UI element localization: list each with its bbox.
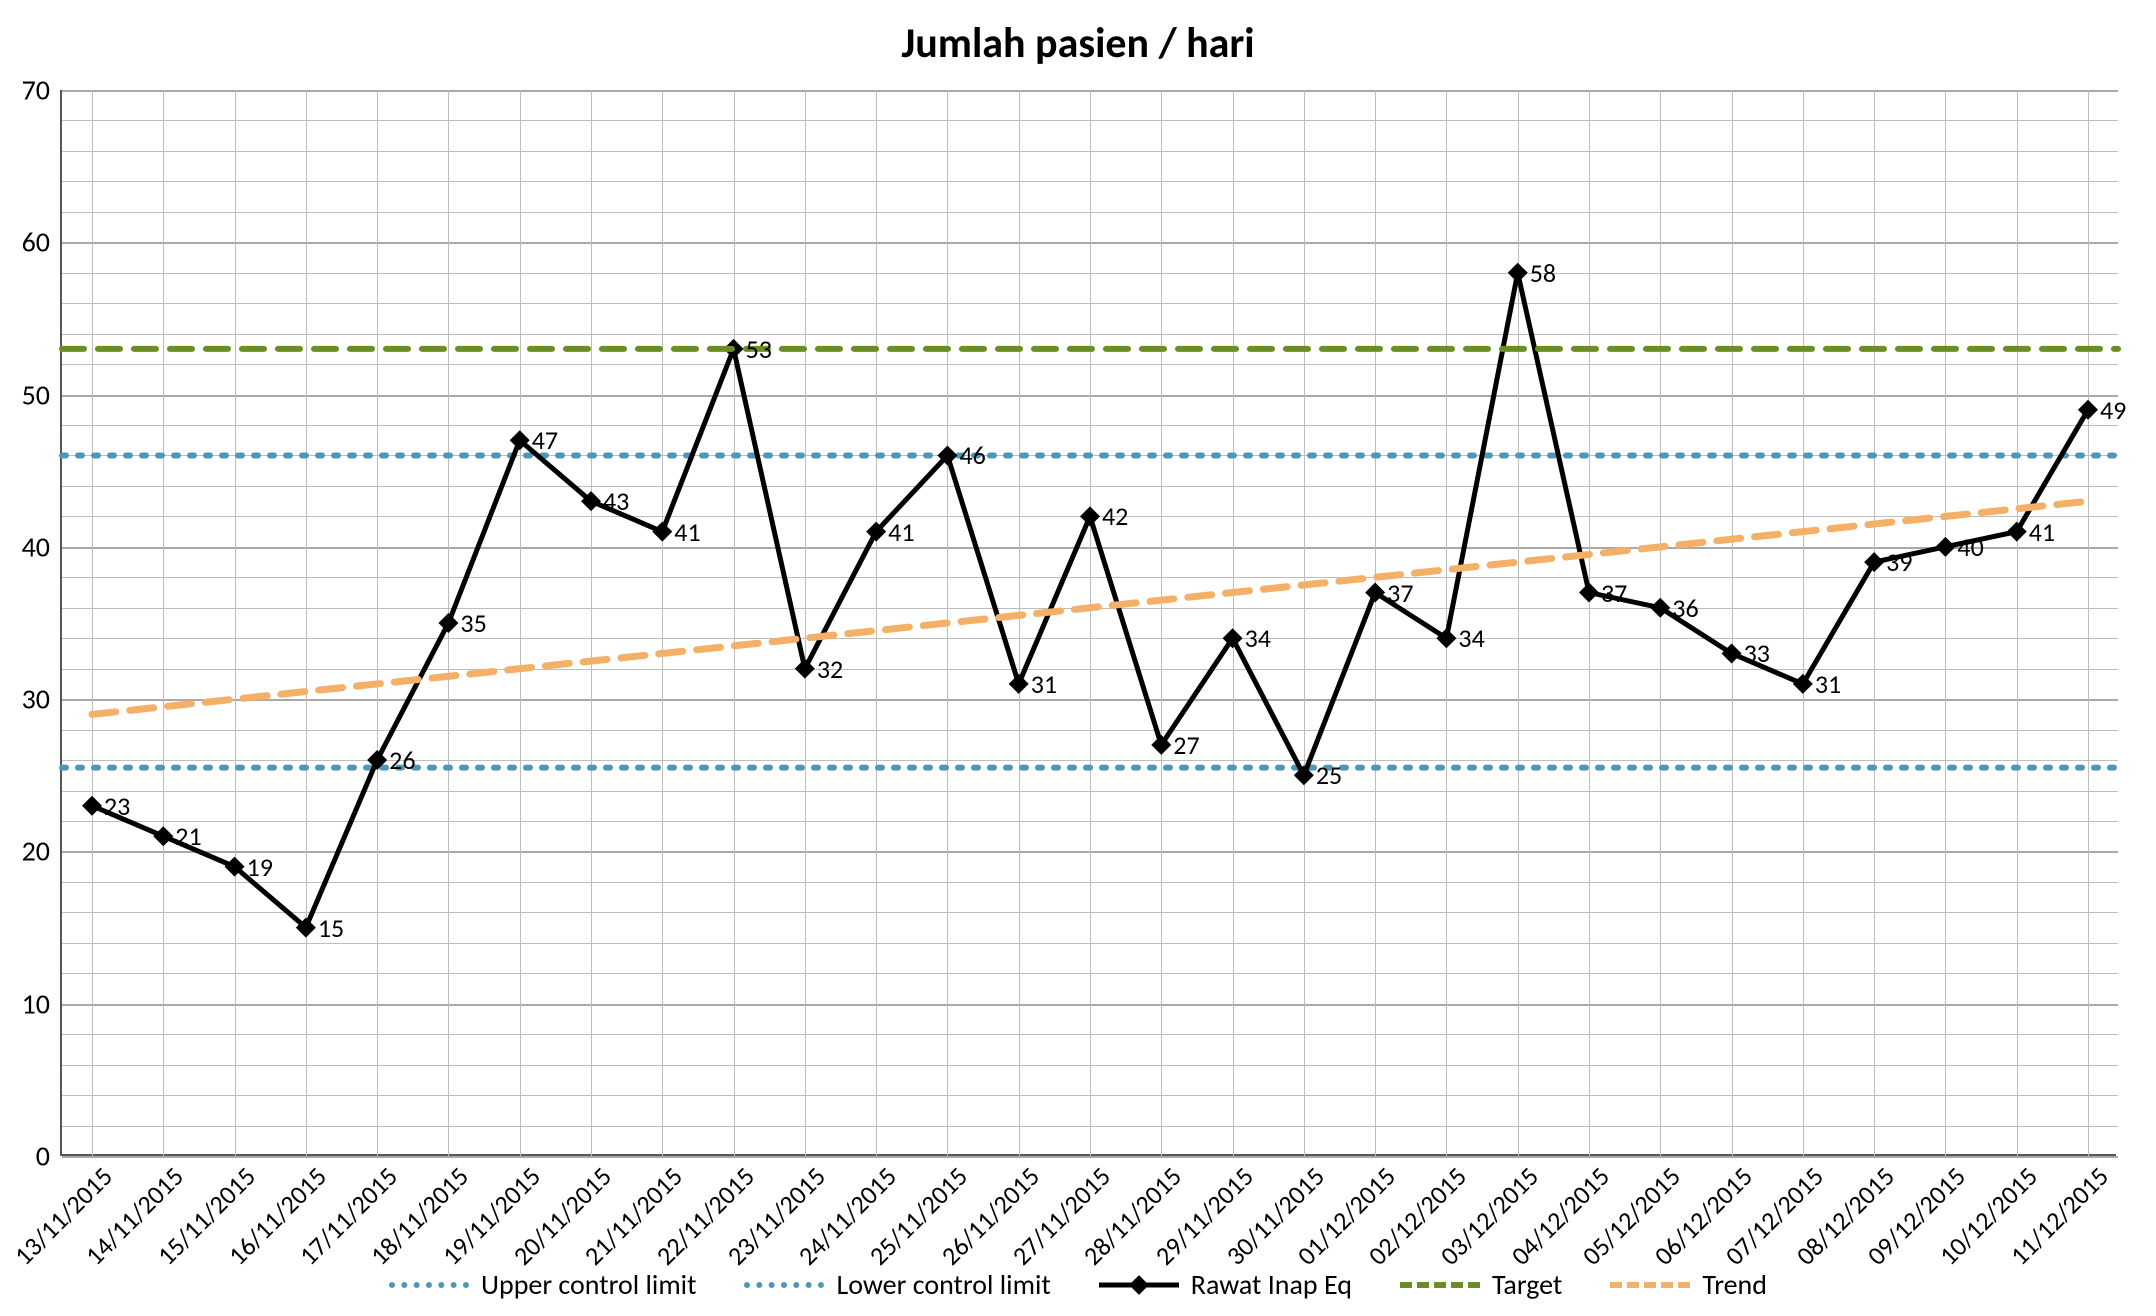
data-label: 15: [318, 912, 344, 944]
y-tick-label: 20: [22, 834, 62, 869]
data-label: 53: [746, 333, 772, 365]
data-label: 21: [175, 820, 201, 852]
y-tick-label: 30: [22, 682, 62, 717]
diamond-marker-icon: [1579, 583, 1599, 603]
data-label: 41: [674, 516, 700, 548]
data-label: 36: [1672, 592, 1698, 624]
y-tick-label: 10: [22, 986, 62, 1021]
plot-area: 01020304050607013/11/201514/11/201515/11…: [60, 90, 2116, 1156]
data-label: 27: [1173, 729, 1199, 761]
diamond-marker-icon: [1864, 552, 1884, 572]
y-tick-label: 40: [22, 529, 62, 564]
chart-container: Jumlah pasien / hari 01020304050607013/1…: [0, 0, 2156, 1316]
legend: Upper control limit Lower control limit …: [0, 1267, 2156, 1302]
y-tick-label: 60: [22, 225, 62, 260]
legend-label: Lower control limit: [836, 1267, 1050, 1302]
data-label: 43: [603, 485, 629, 517]
diamond-marker-icon: [82, 796, 102, 816]
y-tick-label: 50: [22, 377, 62, 412]
series-main-line: [92, 273, 2088, 928]
diamond-marker-icon: [1935, 537, 1955, 557]
legend-item-target: Target: [1400, 1267, 1562, 1302]
data-label: 41: [888, 516, 914, 548]
diamond-marker-icon: [153, 826, 173, 846]
y-tick-label: 0: [36, 1139, 62, 1174]
data-label: 46: [959, 439, 985, 471]
dashed-line-icon: [1400, 1282, 1480, 1288]
legend-label: Trend: [1702, 1267, 1767, 1302]
data-label: 19: [247, 851, 273, 883]
data-label: 41: [2029, 516, 2055, 548]
data-label: 58: [1530, 257, 1556, 289]
dashed-line-icon: [1610, 1282, 1690, 1288]
data-label: 37: [1601, 577, 1627, 609]
diamond-marker-icon: [652, 522, 672, 542]
dotted-line-icon: [744, 1282, 824, 1288]
data-label: 49: [2100, 394, 2126, 426]
diamond-marker-icon: [795, 659, 815, 679]
data-label: 34: [1458, 622, 1484, 654]
data-label: 42: [1102, 500, 1128, 532]
data-label: 32: [817, 653, 843, 685]
series-trend: [92, 501, 2088, 714]
data-label: 47: [532, 424, 558, 456]
data-label: 31: [1815, 668, 1841, 700]
diamond-marker-icon: [1508, 263, 1528, 283]
chart-title: Jumlah pasien / hari: [0, 18, 2156, 69]
diamond-marker-icon: [2007, 522, 2027, 542]
diamond-marker-icon: [1793, 674, 1813, 694]
data-label: 23: [104, 790, 130, 822]
dotted-line-icon: [389, 1282, 469, 1288]
y-tick-label: 70: [22, 73, 62, 108]
data-label: 34: [1245, 622, 1271, 654]
data-label: 26: [389, 744, 415, 776]
legend-label: Upper control limit: [481, 1267, 696, 1302]
plot-inner: 01020304050607013/11/201514/11/201515/11…: [62, 90, 2118, 1156]
legend-item-trend: Trend: [1610, 1267, 1767, 1302]
legend-item-main: Rawat Inap Eq: [1099, 1267, 1352, 1302]
legend-item-ucl: Upper control limit: [389, 1267, 696, 1302]
data-label: 33: [1744, 637, 1770, 669]
diamond-marker-icon: [1080, 506, 1100, 526]
data-label: 35: [460, 607, 486, 639]
series-svg: [62, 90, 2118, 1156]
legend-label: Target: [1492, 1267, 1562, 1302]
legend-item-lcl: Lower control limit: [744, 1267, 1050, 1302]
diamond-marker-icon: [2078, 400, 2098, 420]
data-label: 39: [1886, 546, 1912, 578]
data-label: 40: [1957, 531, 1983, 563]
data-label: 25: [1316, 759, 1342, 791]
legend-label: Rawat Inap Eq: [1191, 1267, 1352, 1302]
data-label: 37: [1387, 577, 1413, 609]
diamond-marker-icon: [1009, 674, 1029, 694]
diamond-marker-icon: [438, 613, 458, 633]
data-label: 31: [1031, 668, 1057, 700]
